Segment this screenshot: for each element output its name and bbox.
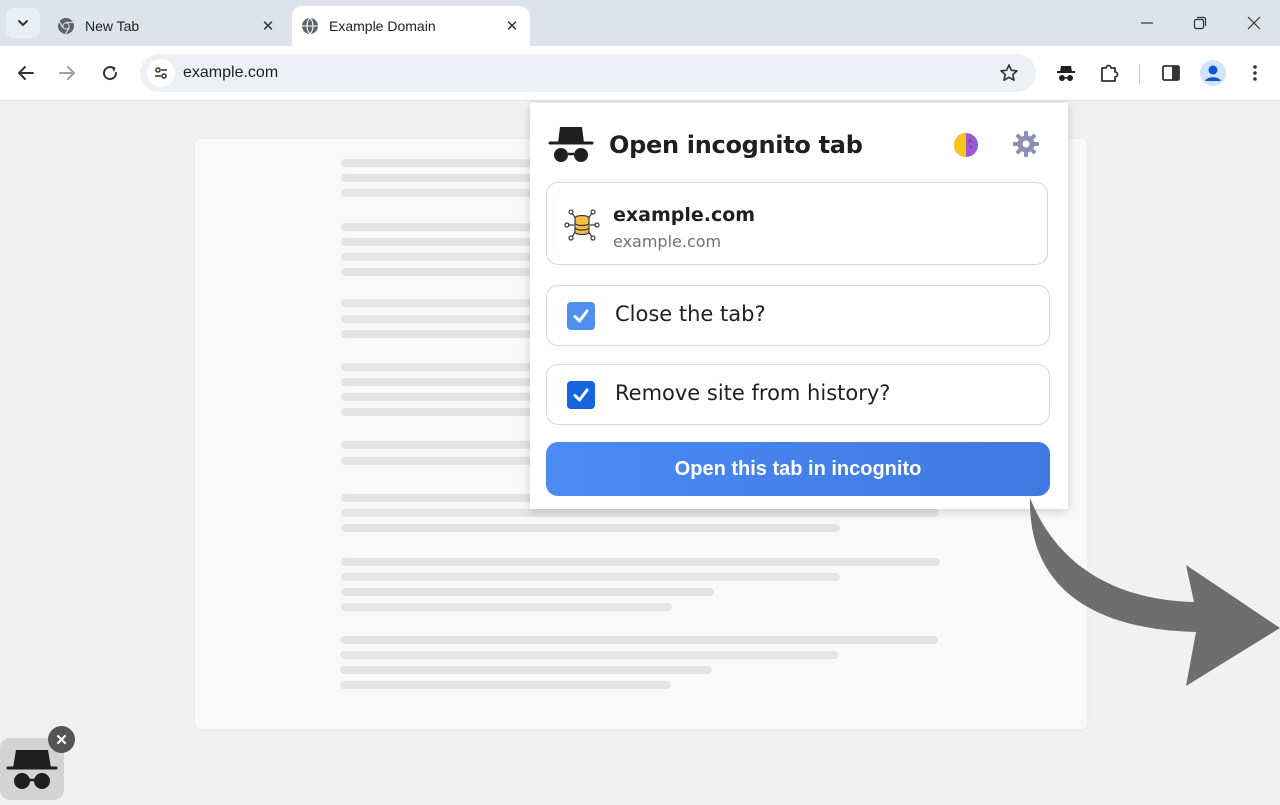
reload-button[interactable] (95, 58, 125, 88)
tune-icon (155, 67, 167, 79)
tab-example-domain[interactable]: Example Domain ✕ (292, 6, 530, 46)
close-tab-label: Close the tab? (615, 302, 766, 326)
avatar (1200, 60, 1226, 86)
tab-search-button[interactable] (6, 8, 40, 38)
chevron-down-icon (18, 20, 28, 27)
tab-new-tab[interactable]: New Tab ✕ (48, 6, 286, 46)
current-site-card: example.com example.com (546, 182, 1048, 265)
restore-button[interactable] (1180, 8, 1220, 38)
close-tab-checkbox[interactable] (567, 302, 595, 330)
address-bar[interactable]: example.com (140, 54, 1036, 92)
puzzle-icon (1101, 64, 1119, 82)
incognito-popup: Open incognito tab example.com example.c… (530, 103, 1068, 509)
side-panel-button[interactable] (1156, 58, 1186, 88)
reload-icon (103, 66, 118, 81)
site-info-button[interactable] (147, 59, 175, 87)
bookmark-button[interactable] (998, 62, 1020, 84)
forward-button[interactable] (52, 58, 82, 88)
incognito-logo-icon (548, 127, 594, 162)
arrow-right-icon (59, 66, 75, 80)
open-incognito-button[interactable]: Open this tab in incognito (546, 442, 1050, 496)
profile-button[interactable] (1198, 58, 1228, 88)
arrow-left-icon (18, 66, 34, 80)
tab-title: New Tab (85, 18, 140, 34)
incognito-icon (1057, 66, 1075, 81)
checkmark-icon (573, 309, 589, 323)
tab-strip: New Tab ✕ Example Domain ✕ (0, 0, 1280, 46)
close-icon (1247, 16, 1261, 30)
menu-button[interactable] (1240, 58, 1270, 88)
dismiss-badge-icon[interactable]: ✕ (48, 726, 75, 753)
globe-icon (301, 17, 319, 35)
incognito-extension-button[interactable] (1051, 58, 1081, 88)
curved-arrow-icon (1029, 498, 1280, 686)
back-button[interactable] (11, 58, 41, 88)
tab-close-icon[interactable]: ✕ (502, 16, 522, 36)
restore-icon (1193, 16, 1207, 30)
remove-history-label: Remove site from history? (615, 381, 891, 405)
close-window-button[interactable] (1234, 8, 1274, 38)
tab-title: Example Domain (329, 18, 436, 34)
database-network-icon (564, 209, 600, 241)
minimize-icon (1141, 22, 1153, 24)
url-text[interactable]: example.com (183, 64, 278, 82)
side-panel-icon (1162, 65, 1180, 81)
browser-toolbar: example.com (0, 46, 1280, 101)
extensions-button[interactable] (1094, 58, 1124, 88)
minimize-button[interactable] (1127, 8, 1167, 38)
popup-title: Open incognito tab (609, 131, 863, 159)
site-url: example.com (613, 232, 722, 251)
remove-history-option[interactable]: Remove site from history? (546, 364, 1050, 425)
star-icon (1000, 64, 1018, 81)
remove-history-checkbox[interactable] (567, 381, 595, 409)
more-vert-icon (1253, 65, 1257, 81)
gear-icon[interactable] (1012, 130, 1040, 158)
tab-close-icon[interactable]: ✕ (258, 16, 278, 36)
chrome-icon (57, 17, 75, 35)
close-tab-option[interactable]: Close the tab? (546, 285, 1050, 346)
site-name: example.com (613, 204, 756, 226)
toolbar-divider (1139, 64, 1140, 84)
theme-toggle-icon[interactable] (953, 132, 979, 158)
checkmark-icon (573, 388, 589, 402)
